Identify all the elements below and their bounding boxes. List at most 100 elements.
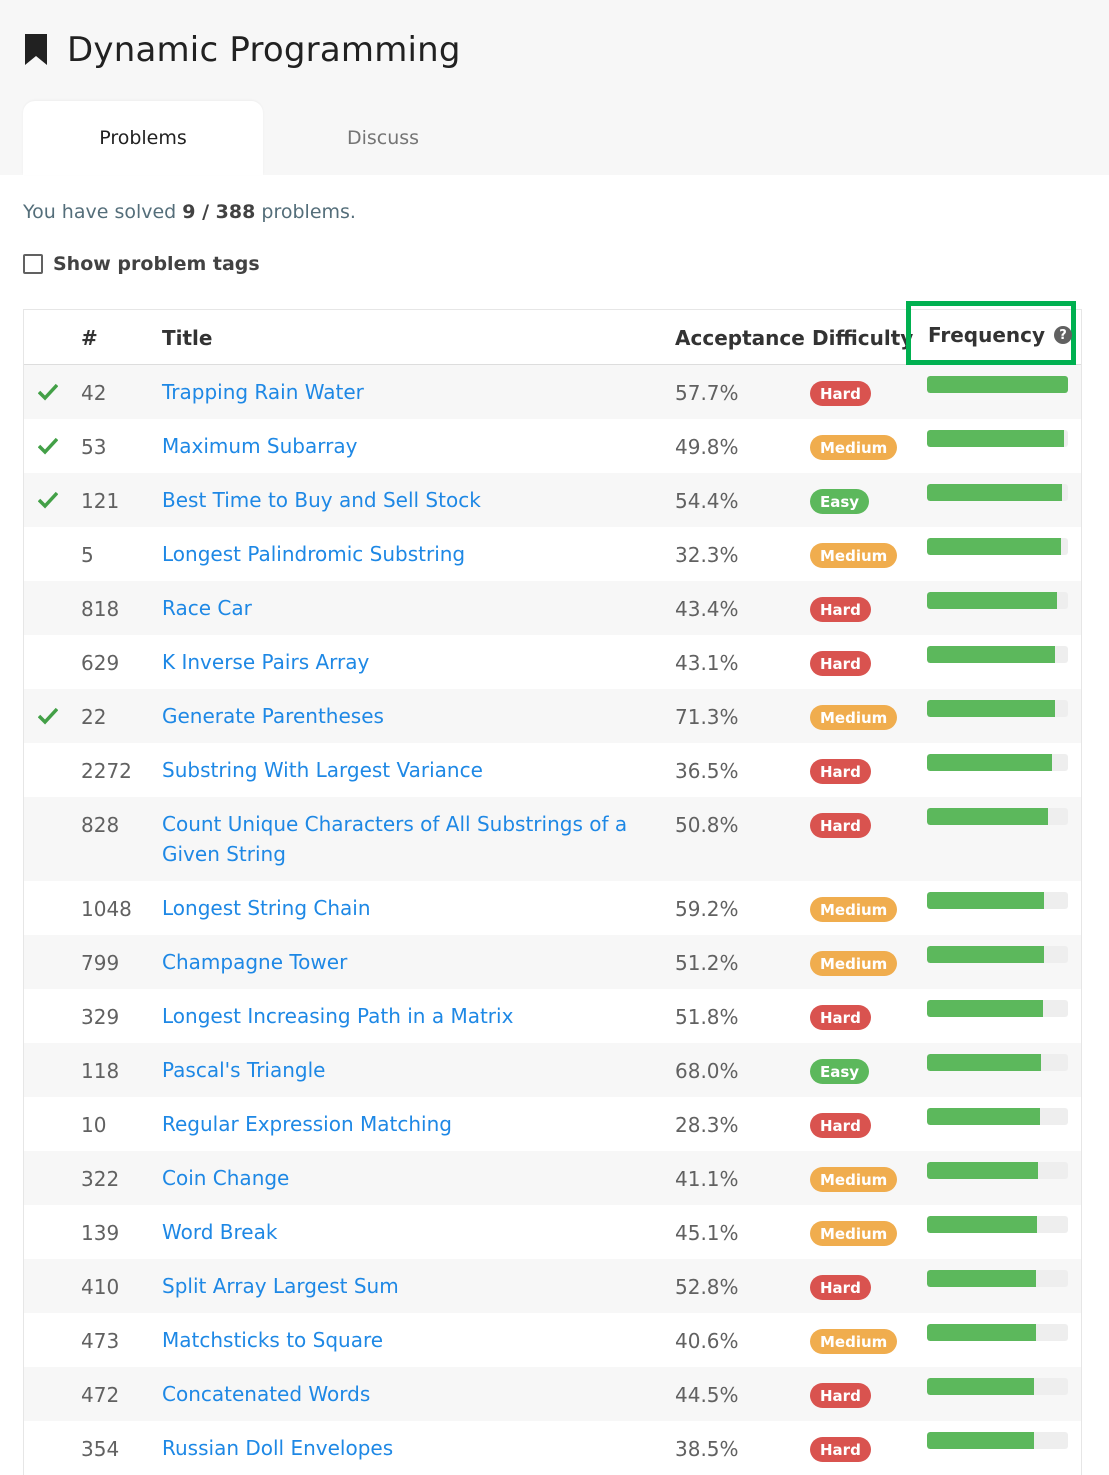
problem-number: 828 (81, 813, 120, 837)
question-circle-icon[interactable]: ? (1054, 326, 1073, 344)
frequency-bar (927, 808, 1068, 825)
problem-number: 118 (81, 1059, 120, 1083)
frequency-bar (927, 1378, 1068, 1395)
table-row: 139 Word Break 45.1% Medium (24, 1205, 1081, 1259)
problem-title-link[interactable]: Russian Doll Envelopes (162, 1433, 657, 1463)
problem-title-link[interactable]: K Inverse Pairs Array (162, 647, 657, 677)
table-row: 354 Russian Doll Envelopes 38.5% Hard (24, 1421, 1081, 1475)
problem-number: 322 (81, 1167, 120, 1191)
tab-problems[interactable]: Problems (23, 101, 263, 175)
difficulty-badge: Easy (810, 1059, 870, 1084)
frequency-bar-fill (927, 646, 1056, 663)
table-header: # Title Acceptance Difficulty Frequency … (24, 301, 1081, 365)
frequency-bar (927, 946, 1068, 963)
table-row: 1048 Longest String Chain 59.2% Medium (24, 881, 1081, 935)
frequency-bar-fill (927, 376, 1068, 393)
problem-title-link[interactable]: Count Unique Characters of All Substring… (162, 809, 657, 869)
problem-title-link[interactable]: Pascal's Triangle (162, 1055, 657, 1085)
problem-title-link[interactable]: Matchsticks to Square (162, 1325, 657, 1355)
acceptance-rate: 68.0% (675, 1059, 739, 1083)
column-number[interactable]: # (81, 326, 98, 350)
frequency-bar-fill (927, 1162, 1039, 1179)
check-icon (38, 491, 58, 509)
frequency-bar-fill (927, 808, 1049, 825)
frequency-bar-fill (927, 1432, 1035, 1449)
solved-prefix: You have solved (23, 201, 183, 223)
frequency-bar (927, 1432, 1068, 1449)
table-row: 472 Concatenated Words 44.5% Hard (24, 1367, 1081, 1421)
frequency-bar (927, 1324, 1068, 1341)
frequency-bar (927, 484, 1068, 501)
tab-discuss[interactable]: Discuss (263, 101, 503, 175)
acceptance-rate: 57.7% (675, 381, 739, 405)
column-title[interactable]: Title (162, 326, 212, 350)
acceptance-rate: 41.1% (675, 1167, 739, 1191)
column-frequency[interactable]: Frequency ? (928, 323, 1073, 347)
problem-title-link[interactable]: Word Break (162, 1217, 657, 1247)
difficulty-badge: Hard (810, 1113, 871, 1138)
frequency-bar-fill (927, 1000, 1043, 1017)
acceptance-rate: 49.8% (675, 435, 739, 459)
frequency-bar (927, 892, 1068, 909)
difficulty-badge: Hard (810, 597, 871, 622)
acceptance-rate: 45.1% (675, 1221, 739, 1245)
difficulty-badge: Hard (810, 651, 871, 676)
frequency-bar-fill (927, 892, 1045, 909)
problem-title-link[interactable]: Split Array Largest Sum (162, 1271, 657, 1301)
difficulty-badge: Medium (810, 1221, 898, 1246)
problem-title-link[interactable]: Trapping Rain Water (162, 377, 657, 407)
problem-title-link[interactable]: Substring With Largest Variance (162, 755, 657, 785)
frequency-bar (927, 646, 1068, 663)
table-row: 329 Longest Increasing Path in a Matrix 51… (24, 989, 1081, 1043)
solved-count: 9 / 388 (182, 201, 256, 223)
difficulty-badge: Hard (810, 813, 871, 838)
table-row: 10 Regular Expression Matching 28.3% Hard (24, 1097, 1081, 1151)
frequency-bar (927, 700, 1068, 717)
table-body: 42 Trapping Rain Water 57.7% Hard 53 Maximum … (24, 365, 1081, 1475)
frequency-bar (927, 376, 1068, 393)
problem-number: 799 (81, 951, 120, 975)
difficulty-badge: Medium (810, 897, 898, 922)
frequency-bar-fill (927, 946, 1045, 963)
problem-title-link[interactable]: Champagne Tower (162, 947, 657, 977)
show-tags-toggle[interactable]: Show problem tags (23, 253, 260, 275)
problem-title-link[interactable]: Longest Increasing Path in a Matrix (162, 1001, 657, 1031)
problems-table: # Title Acceptance Difficulty Frequency … (23, 301, 1082, 1475)
column-acceptance[interactable]: Acceptance (675, 326, 805, 350)
show-tags-label: Show problem tags (53, 253, 260, 275)
problem-title-link[interactable]: Longest Palindromic Substring (162, 539, 657, 569)
frequency-bar (927, 1162, 1068, 1179)
problem-title-link[interactable]: Generate Parentheses (162, 701, 657, 731)
problem-title-link[interactable]: Race Car (162, 593, 657, 623)
table-row: 818 Race Car 43.4% Hard (24, 581, 1081, 635)
problem-title-link[interactable]: Longest String Chain (162, 893, 657, 923)
table-row: 322 Coin Change 41.1% Medium (24, 1151, 1081, 1205)
problem-title-link[interactable]: Maximum Subarray (162, 431, 657, 461)
problem-number: 22 (81, 705, 107, 729)
acceptance-rate: 32.3% (675, 543, 739, 567)
frequency-bar (927, 1000, 1068, 1017)
show-tags-checkbox[interactable] (23, 254, 43, 274)
difficulty-badge: Hard (810, 1005, 871, 1030)
difficulty-badge: Medium (810, 951, 898, 976)
column-difficulty[interactable]: Difficulty (812, 326, 913, 350)
problem-title-link[interactable]: Best Time to Buy and Sell Stock (162, 485, 657, 515)
acceptance-rate: 43.4% (675, 597, 739, 621)
solved-summary: You have solved 9 / 388 problems. (23, 201, 356, 223)
problem-number: 53 (81, 435, 107, 459)
acceptance-rate: 43.1% (675, 651, 739, 675)
difficulty-badge: Medium (810, 1329, 898, 1354)
problem-title-link[interactable]: Coin Change (162, 1163, 657, 1193)
problem-title-link[interactable]: Regular Expression Matching (162, 1109, 657, 1139)
check-icon (38, 437, 58, 455)
table-row: 121 Best Time to Buy and Sell Stock 54.4% E… (24, 473, 1081, 527)
problem-title-link[interactable]: Concatenated Words (162, 1379, 657, 1409)
table-row: 828 Count Unique Characters of All Substr… (24, 797, 1081, 881)
frequency-bar-fill (927, 754, 1053, 771)
table-row: 53 Maximum Subarray 49.8% Medium (24, 419, 1081, 473)
problem-number: 121 (81, 489, 120, 513)
frequency-bar (927, 538, 1068, 555)
frequency-bar (927, 1216, 1068, 1233)
difficulty-badge: Hard (810, 1437, 871, 1462)
frequency-bar-fill (927, 484, 1063, 501)
